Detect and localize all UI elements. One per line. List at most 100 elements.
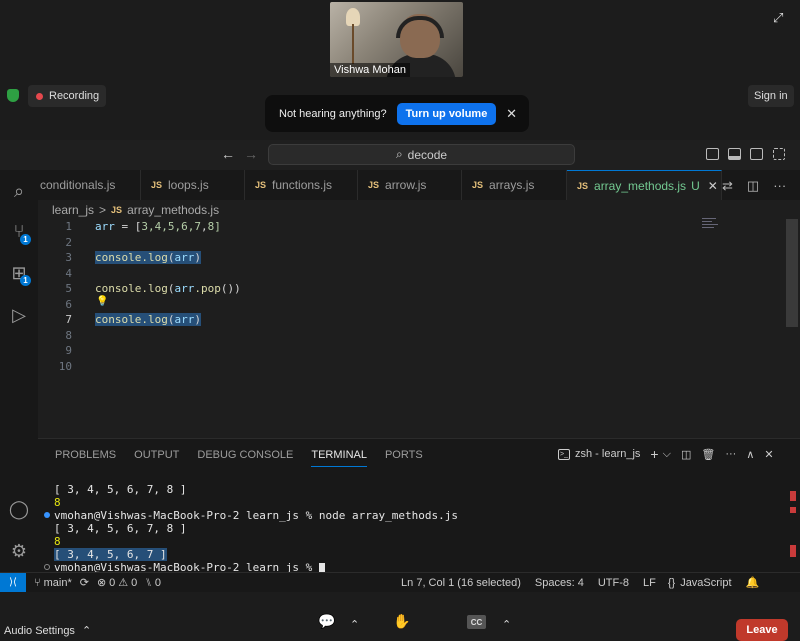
raise-hand-icon[interactable]: ✋ bbox=[393, 613, 410, 630]
toggle-sidebar-icon[interactable] bbox=[706, 148, 719, 160]
code-line[interactable]: 5 console.log(arr.pop()) bbox=[38, 282, 778, 297]
language-mode[interactable]: JavaScript bbox=[680, 577, 731, 589]
code-line[interactable]: 2 bbox=[38, 236, 778, 251]
terminal-scroll-marker bbox=[790, 507, 796, 513]
editor-scrollbar[interactable] bbox=[786, 219, 798, 327]
chevron-up-icon[interactable]: ⌃ bbox=[502, 618, 511, 631]
tab-functions[interactable]: JS functions.js bbox=[245, 170, 358, 200]
more-actions-icon[interactable]: ··· bbox=[725, 448, 736, 460]
tab-debug-console[interactable]: DEBUG CONSOLE bbox=[197, 449, 293, 467]
toggle-secondary-sidebar-icon[interactable] bbox=[750, 148, 763, 160]
audio-settings-button[interactable]: Audio Settings ⌃ bbox=[4, 624, 91, 637]
captions-button[interactable]: CC bbox=[467, 615, 486, 629]
participant-video[interactable]: Vishwa Mohan bbox=[330, 2, 463, 77]
trash-icon[interactable]: 🗑 bbox=[701, 448, 715, 461]
tab-terminal[interactable]: TERMINAL bbox=[311, 449, 367, 467]
warning-icon[interactable]: ⚠ bbox=[118, 576, 128, 589]
notifications-bell-icon[interactable]: 🔔 bbox=[746, 576, 760, 589]
code-text: console.log(arr.pop()) bbox=[95, 282, 241, 295]
close-panel-icon[interactable]: ✕ bbox=[764, 448, 773, 461]
maximize-panel-icon[interactable]: ∧ bbox=[746, 448, 754, 461]
breadcrumb-separator: > bbox=[99, 203, 107, 217]
split-editor-icon[interactable]: ◫ bbox=[747, 178, 759, 194]
code-line[interactable]: 6 bbox=[38, 298, 778, 313]
lightbulb-icon[interactable]: 💡 bbox=[96, 296, 108, 307]
command-pending-icon[interactable] bbox=[44, 564, 50, 570]
vscode-window: ← → ⌕ decode ⌕ ⑂ 1 ⊞ 1 ▷ ◯ ⚙ conditional… bbox=[0, 140, 800, 592]
error-icon[interactable]: ⊗ bbox=[97, 576, 106, 589]
terminal-line: vmohan@Vishwas-MacBook-Pro-2 learn_js % … bbox=[54, 509, 458, 522]
code-line[interactable]: 7 console.log(arr) bbox=[38, 313, 778, 328]
code-line[interactable]: 10 bbox=[38, 360, 778, 375]
line-ending[interactable]: LF bbox=[643, 577, 656, 589]
line-number: 7 bbox=[65, 313, 72, 326]
breadcrumb-folder[interactable]: learn_js bbox=[52, 203, 94, 217]
cursor-position[interactable]: Ln 7, Col 1 (16 selected) bbox=[401, 577, 521, 589]
sign-in-button[interactable]: Sign in bbox=[748, 85, 794, 107]
activity-bar: ⌕ ⑂ 1 ⊞ 1 ▷ ◯ ⚙ bbox=[0, 170, 38, 572]
minimap[interactable] bbox=[702, 218, 722, 228]
code-line[interactable]: 3 console.log(arr) bbox=[38, 251, 778, 266]
extensions-badge: 1 bbox=[20, 275, 31, 286]
git-branch[interactable]: main* bbox=[44, 577, 72, 589]
tab-array-methods[interactable]: JS array_methods.js U ✕ bbox=[567, 170, 722, 200]
indentation[interactable]: Spaces: 4 bbox=[535, 577, 584, 589]
tab-ports[interactable]: PORTS bbox=[385, 449, 423, 467]
ports-icon[interactable]: ⑊ bbox=[145, 577, 152, 589]
panel-tabs: PROBLEMS OUTPUT DEBUG CONSOLE TERMINAL P… bbox=[55, 449, 423, 467]
turn-up-volume-button[interactable]: Turn up volume bbox=[396, 102, 497, 125]
tab-output[interactable]: OUTPUT bbox=[134, 449, 179, 467]
tab-problems[interactable]: PROBLEMS bbox=[55, 449, 116, 467]
status-bar: ⟩⟨ ⑂ main* ⟳ ⊗ 0 ⚠ 0 ⑊ 0 Ln 7, Col 1 (16… bbox=[0, 572, 800, 592]
remote-icon[interactable]: ⟩⟨ bbox=[0, 573, 26, 592]
encoding[interactable]: UTF-8 bbox=[598, 577, 629, 589]
code-line[interactable]: 1 arr = [3,4,5,6,7,8] bbox=[38, 220, 778, 235]
forward-arrow-icon[interactable]: → bbox=[244, 146, 258, 162]
untracked-status: U bbox=[691, 178, 700, 193]
compare-changes-icon[interactable]: ⇄ bbox=[722, 178, 733, 194]
expand-icon[interactable]: ⤢ bbox=[773, 10, 787, 25]
command-success-icon[interactable] bbox=[44, 512, 50, 518]
recording-badge[interactable]: Recording bbox=[28, 85, 107, 107]
terminal-name[interactable]: zsh - learn_js bbox=[575, 448, 640, 460]
tab-arrays[interactable]: JS arrays.js bbox=[462, 170, 567, 200]
code-line[interactable]: 8 bbox=[38, 329, 778, 344]
breadcrumb-file[interactable]: array_methods.js bbox=[127, 203, 219, 217]
terminal-line: [ 3, 4, 5, 6, 7 ] bbox=[54, 548, 167, 561]
settings-gear-icon[interactable]: ⚙ bbox=[8, 540, 30, 562]
terminal-line: 8 bbox=[54, 535, 61, 548]
shield-icon[interactable] bbox=[7, 89, 19, 102]
code-editor[interactable]: 1 arr = [3,4,5,6,7,8] 2 3 console.log(ar… bbox=[38, 220, 788, 440]
line-number: 9 bbox=[65, 344, 72, 357]
chevron-down-icon[interactable]: ⌵ bbox=[663, 448, 671, 461]
split-terminal-icon[interactable]: ◫ bbox=[681, 448, 691, 461]
command-center[interactable]: ⌕ decode bbox=[268, 144, 575, 165]
back-arrow-icon[interactable]: ← bbox=[221, 146, 235, 162]
chat-icon[interactable]: 💬 bbox=[318, 613, 335, 630]
new-terminal-icon[interactable]: + bbox=[650, 446, 658, 462]
line-number: 4 bbox=[65, 266, 72, 280]
tab-close-icon[interactable]: ✕ bbox=[708, 179, 718, 193]
search-icon[interactable]: ⌕ bbox=[8, 180, 30, 202]
branch-icon[interactable]: ⑂ bbox=[34, 577, 41, 589]
tab-loops[interactable]: JS loops.js bbox=[141, 170, 245, 200]
lamp-leg bbox=[352, 24, 354, 64]
leave-button[interactable]: Leave bbox=[736, 619, 788, 641]
more-actions-icon[interactable]: ··· bbox=[773, 178, 786, 194]
editor-tabs: conditionals.js JS loops.js JS functions… bbox=[38, 170, 800, 200]
warning-count: 0 bbox=[131, 576, 138, 589]
toggle-panel-icon[interactable] bbox=[728, 148, 741, 160]
code-text: console.log(arr) bbox=[95, 313, 201, 326]
terminal-line: 8 bbox=[54, 496, 61, 509]
toast-close-icon[interactable]: ✕ bbox=[506, 106, 517, 122]
sync-icon[interactable]: ⟳ bbox=[80, 576, 89, 589]
tab-arrow[interactable]: JS arrow.js bbox=[358, 170, 462, 200]
account-icon[interactable]: ◯ bbox=[8, 498, 30, 520]
code-line[interactable]: 9 bbox=[38, 344, 778, 359]
run-debug-icon[interactable]: ▷ bbox=[8, 304, 30, 326]
tab-conditionals[interactable]: conditionals.js bbox=[38, 170, 141, 200]
chevron-up-icon[interactable]: ⌃ bbox=[350, 618, 359, 631]
customize-layout-icon[interactable] bbox=[773, 148, 785, 160]
code-line[interactable]: 4 bbox=[38, 267, 778, 282]
braces-icon: {} bbox=[667, 576, 676, 589]
